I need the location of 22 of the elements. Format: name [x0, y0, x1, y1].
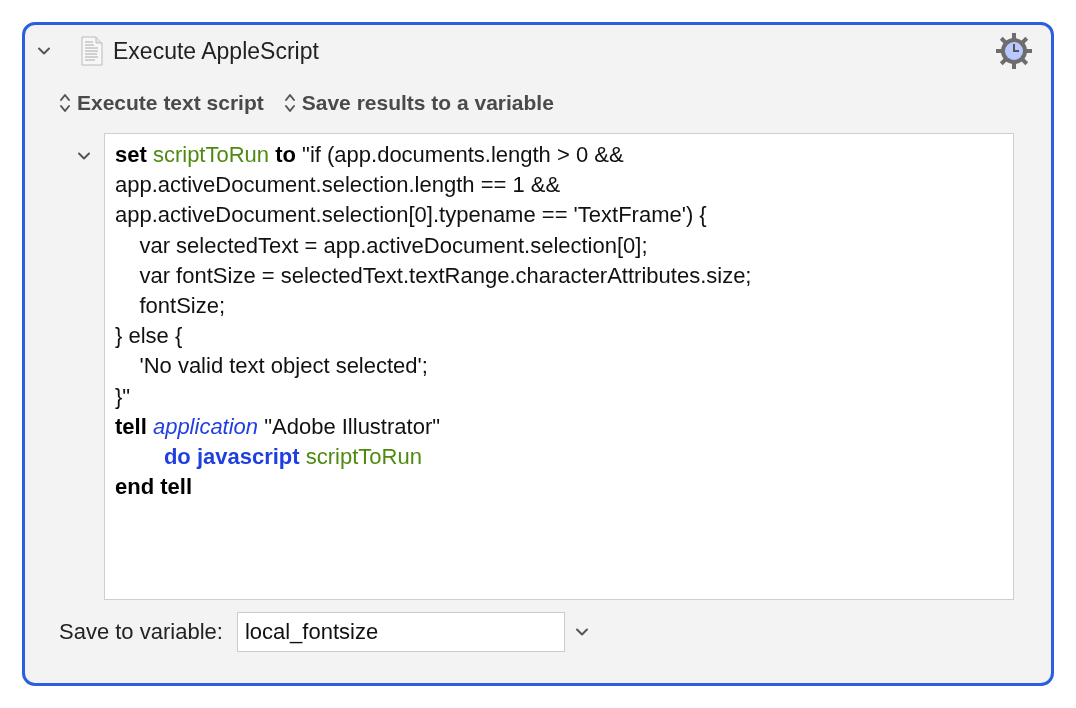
popup-menu[interactable]: Save results to a variable — [283, 91, 554, 115]
gear-clock-icon[interactable] — [995, 32, 1033, 70]
code-line: } else { — [115, 322, 184, 351]
code-line: var selectedText = app.activeDocument.selection[0]; — [138, 231, 649, 260]
up-down-chevron-icon — [283, 92, 296, 114]
code-line: set scriptToRun to "if (app.documents.length > 0 && — [115, 141, 625, 169]
code-line: app.activeDocument.selection[0].typename == 'TextFrame') { — [115, 201, 708, 230]
code-line: app.activeDocument.selection.length == 1 && — [115, 171, 562, 200]
variable-field[interactable]: local_fontsize — [236, 612, 565, 652]
field-label: Save to variable: — [59, 619, 223, 645]
code-line: 'No valid text object selected'; — [138, 352, 429, 381]
code-line: fontSize; — [138, 292, 227, 320]
up-down-chevron-icon — [59, 92, 71, 114]
script-editor[interactable] — [104, 133, 1014, 600]
code-line: end tell — [115, 473, 193, 502]
code-line: tell application "Adobe Illustrator" — [115, 412, 442, 441]
code-line: }" — [115, 382, 132, 411]
popup-menu[interactable]: Execute text script — [59, 91, 264, 115]
code-line: var fontSize = selectedText.textRange.characterAttributes.size; — [138, 261, 753, 290]
code-line: do javascript scriptToRun — [162, 443, 423, 472]
action-title: Execute AppleScript — [113, 37, 320, 65]
document-icon — [81, 36, 103, 66]
